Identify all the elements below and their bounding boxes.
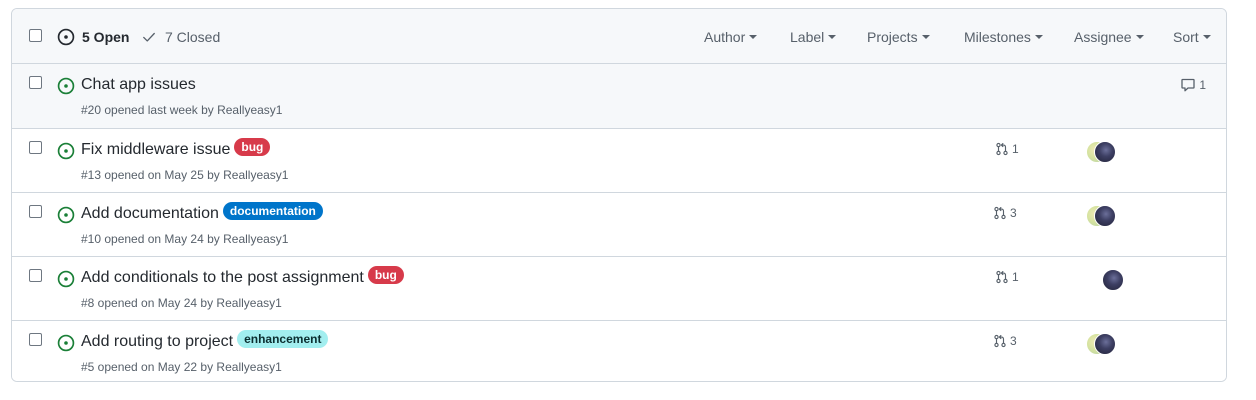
milestones-filter[interactable]: Milestones	[964, 29, 1043, 45]
linked-pr-count[interactable]: 3	[993, 334, 1017, 348]
avatar[interactable]	[1094, 141, 1116, 163]
caret-down-icon	[1202, 35, 1211, 40]
caret-down-icon	[921, 35, 930, 40]
issue-checkbox[interactable]	[29, 141, 42, 154]
author-filter[interactable]: Author	[704, 29, 758, 45]
avatar[interactable]	[1094, 205, 1116, 227]
closed-issues-tab[interactable]: 7 Closed	[165, 29, 220, 45]
git-pull-request-icon	[996, 270, 1008, 283]
issue-meta: #20 opened last week by Reallyeasy1	[81, 103, 283, 117]
issue-title-link[interactable]: Add conditionals to the post assignment	[81, 269, 364, 286]
issue-checkbox[interactable]	[29, 269, 42, 282]
issue-opened-icon	[57, 334, 75, 352]
issue-title-link[interactable]: Add routing to project	[81, 333, 233, 350]
open-issues-tab[interactable]: 5 Open	[82, 29, 129, 45]
issue-meta: #5 opened on May 22 by Reallyeasy1	[81, 360, 282, 374]
issue-title-line: Fix middleware issue bug	[81, 138, 271, 159]
linked-pr-count[interactable]: 1	[995, 142, 1019, 156]
issue-meta: #8 opened on May 24 by Reallyeasy1	[81, 296, 282, 310]
issue-meta: #13 opened on May 25 by Reallyeasy1	[81, 168, 289, 182]
caret-down-icon	[1135, 35, 1144, 40]
comment-icon	[1181, 78, 1195, 92]
projects-filter[interactable]: Projects	[867, 29, 930, 45]
git-pull-request-icon	[994, 206, 1006, 219]
issue-opened-icon	[57, 77, 75, 95]
label-filter[interactable]: Label	[790, 29, 837, 45]
issue-title-line: Chat app issues	[81, 76, 196, 94]
assignee-filter[interactable]: Assignee	[1074, 29, 1144, 45]
assignee-avatars[interactable]	[1086, 141, 1118, 163]
issues-header: 5 Open 7 Closed Author Label Projects Mi…	[12, 9, 1226, 64]
linked-pr-count[interactable]: 1	[995, 270, 1019, 284]
issue-title-line: Add conditionals to the post assignment b…	[81, 266, 404, 287]
check-icon	[143, 32, 155, 42]
issue-checkbox[interactable]	[29, 333, 42, 346]
issue-row[interactable]: Fix middleware issue bug #13 opened on May…	[12, 129, 1226, 193]
issue-checkbox[interactable]	[29, 205, 42, 218]
linked-pr-count[interactable]: 3	[993, 206, 1017, 220]
avatar[interactable]	[1102, 269, 1124, 291]
issue-checkbox[interactable]	[29, 76, 42, 89]
issue-label[interactable]: bug	[234, 138, 271, 156]
sort-filter[interactable]: Sort	[1173, 29, 1211, 45]
issue-opened-icon	[57, 206, 75, 224]
git-pull-request-icon	[996, 142, 1008, 155]
issue-title-line: Add documentation documentation	[81, 202, 323, 223]
issue-label[interactable]: bug	[367, 266, 404, 284]
issue-title-link[interactable]: Chat app issues	[81, 76, 196, 93]
issue-meta: #10 opened on May 24 by Reallyeasy1	[81, 232, 289, 246]
issue-row[interactable]: Chat app issues #20 opened last week by R…	[12, 64, 1226, 129]
caret-down-icon	[828, 35, 837, 40]
caret-down-icon	[1034, 35, 1043, 40]
assignee-avatars[interactable]	[1094, 269, 1126, 291]
issue-row[interactable]: Add routing to project enhancement #5 open…	[12, 321, 1226, 381]
issue-label[interactable]: documentation	[222, 202, 323, 220]
issue-title-line: Add routing to project enhancement	[81, 330, 329, 351]
issue-row[interactable]: Add conditionals to the post assignment b…	[12, 257, 1226, 321]
assignee-avatars[interactable]	[1086, 205, 1118, 227]
avatar[interactable]	[1094, 333, 1116, 355]
select-all-checkbox[interactable]	[29, 29, 42, 42]
issue-title-link[interactable]: Fix middleware issue	[81, 141, 230, 158]
issue-opened-icon	[57, 142, 75, 160]
issue-opened-icon	[57, 28, 75, 46]
assignee-avatars[interactable]	[1086, 333, 1118, 355]
caret-down-icon	[749, 35, 758, 40]
git-pull-request-icon	[994, 334, 1006, 347]
issues-box: 5 Open 7 Closed Author Label Projects Mi…	[11, 8, 1227, 382]
issue-opened-icon	[57, 270, 75, 288]
issue-row[interactable]: Add documentation documentation #10 opened…	[12, 193, 1226, 257]
issue-title-link[interactable]: Add documentation	[81, 205, 219, 222]
issue-label[interactable]: enhancement	[237, 330, 329, 348]
comment-count[interactable]: 1	[1180, 78, 1206, 93]
